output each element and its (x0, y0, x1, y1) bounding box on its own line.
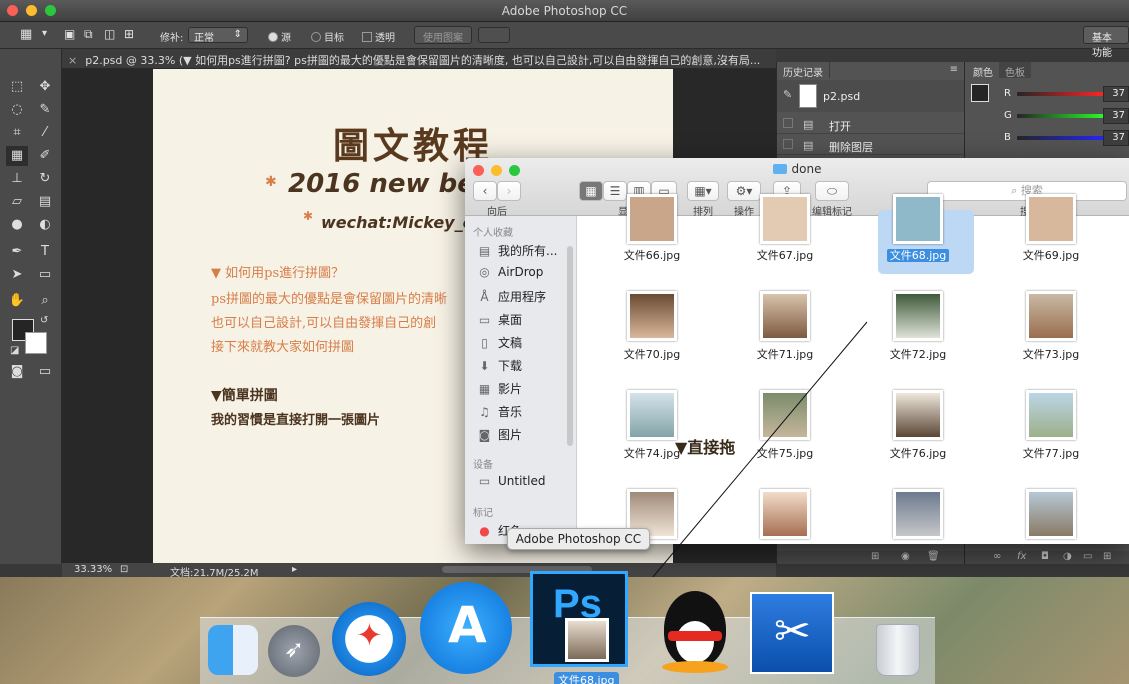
photoshop-icon[interactable]: Ps (530, 571, 628, 667)
launchpad-icon[interactable]: ➶ (268, 625, 320, 677)
app-store-a-icon: A (448, 596, 487, 654)
penguin-feet (662, 661, 728, 673)
dragged-file-label: 文件68.jpg (554, 672, 619, 684)
scissors-icon: ✂ (774, 606, 811, 657)
drag-line (641, 321, 868, 591)
dock-tooltip: Adobe Photoshop CC (507, 528, 650, 550)
desktop: Adobe Photoshop CC ▦ ▾ ▣ ⧉ ◫ ⊞ 修补: 正常 ⇕ 源… (0, 0, 1129, 684)
rocket-icon: ➶ (284, 635, 305, 663)
screenshot-icon[interactable]: ✂ (750, 592, 834, 674)
finder-icon[interactable] (208, 625, 258, 675)
qq-icon[interactable] (654, 591, 736, 675)
penguin-belly (676, 621, 714, 663)
app-store-icon[interactable]: A (420, 582, 512, 674)
safari-icon[interactable]: ✦ (332, 602, 406, 676)
dragged-file-thumbnail (565, 618, 609, 662)
penguin-scarf (668, 631, 722, 641)
trash-icon[interactable] (876, 624, 920, 676)
compass-needle-icon: ✦ (356, 616, 383, 654)
